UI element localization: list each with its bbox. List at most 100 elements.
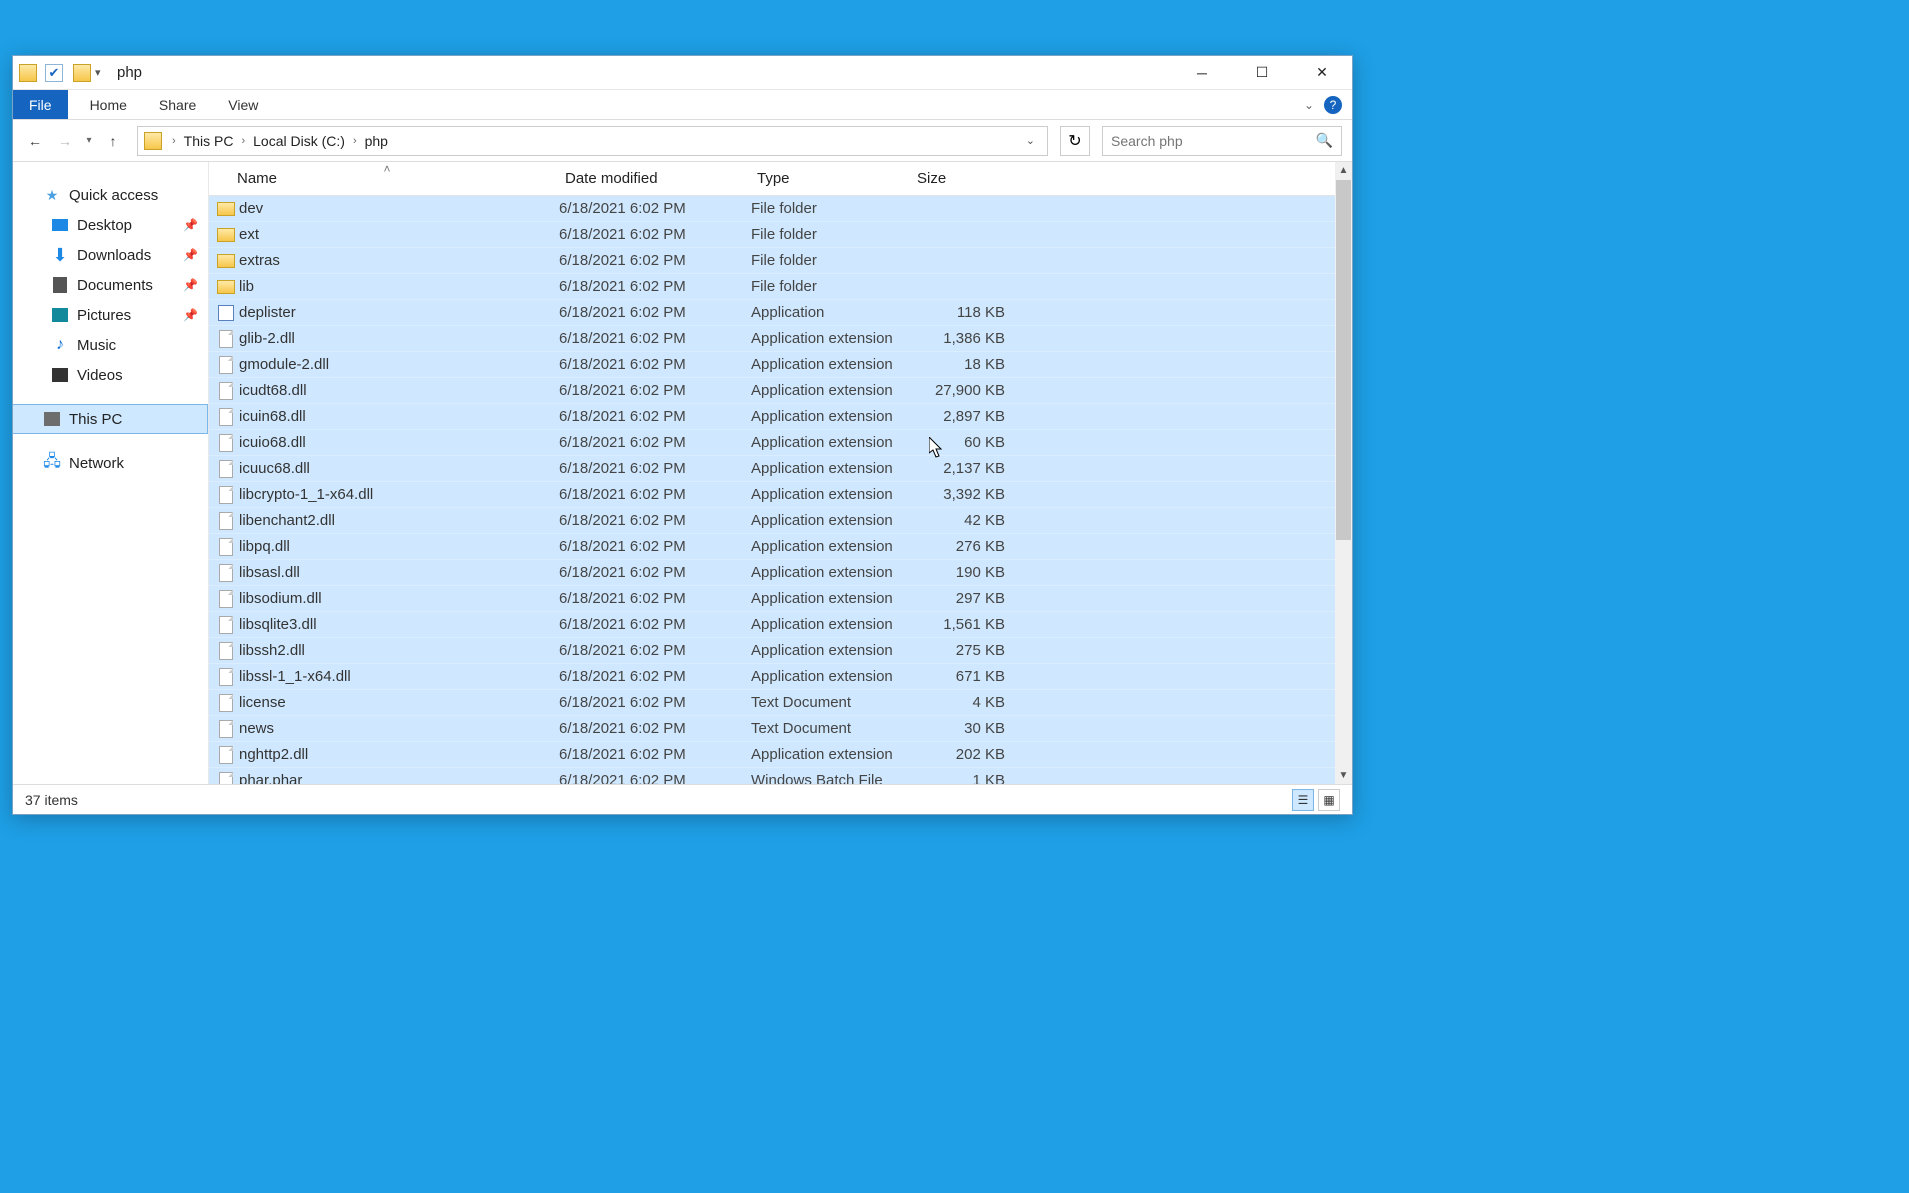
file-size: 1,561 KB xyxy=(911,616,1013,633)
thumbnails-view-button[interactable]: ▦ xyxy=(1318,789,1340,811)
address-dropdown[interactable]: ⌄ xyxy=(1020,134,1041,147)
scroll-down-icon[interactable]: ▼ xyxy=(1335,767,1352,784)
up-button[interactable]: ↑ xyxy=(101,129,125,153)
file-size: 2,137 KB xyxy=(911,460,1013,477)
nav-pictures[interactable]: Pictures 📌 xyxy=(13,300,208,330)
maximize-button[interactable]: ☐ xyxy=(1232,56,1292,90)
file-row[interactable]: icuin68.dll6/18/2021 6:02 PMApplication … xyxy=(209,404,1352,430)
file-row[interactable]: libsodium.dll6/18/2021 6:02 PMApplicatio… xyxy=(209,586,1352,612)
scroll-up-icon[interactable]: ▲ xyxy=(1335,162,1352,179)
column-name[interactable]: ˄ Name xyxy=(209,170,559,187)
file-type: Application extension xyxy=(751,408,911,425)
expand-ribbon-icon[interactable]: ⌄ xyxy=(1304,98,1314,112)
nav-documents[interactable]: Documents 📌 xyxy=(13,270,208,300)
file-date: 6/18/2021 6:02 PM xyxy=(559,642,751,659)
file-row[interactable]: dev6/18/2021 6:02 PMFile folder xyxy=(209,196,1352,222)
file-name: phar.phar xyxy=(237,772,559,784)
file-name: icuuc68.dll xyxy=(237,460,559,477)
column-date[interactable]: Date modified xyxy=(559,170,751,187)
file-icon xyxy=(219,616,233,634)
history-dropdown[interactable]: ▾ xyxy=(83,129,95,153)
file-row[interactable]: license6/18/2021 6:02 PMText Document4 K… xyxy=(209,690,1352,716)
nav-label: Network xyxy=(69,455,124,472)
tab-view[interactable]: View xyxy=(212,90,274,119)
nav-quick-access[interactable]: ★ Quick access xyxy=(13,180,208,210)
search-box[interactable]: 🔍 xyxy=(1102,126,1342,156)
file-row[interactable]: lib6/18/2021 6:02 PMFile folder xyxy=(209,274,1352,300)
minimize-button[interactable]: ─ xyxy=(1172,56,1232,90)
file-size: 27,900 KB xyxy=(911,382,1013,399)
nav-desktop[interactable]: Desktop 📌 xyxy=(13,210,208,240)
file-row[interactable]: libpq.dll6/18/2021 6:02 PMApplication ex… xyxy=(209,534,1352,560)
breadcrumb-separator[interactable]: › xyxy=(237,135,249,147)
breadcrumb-separator[interactable]: › xyxy=(349,135,361,147)
file-row[interactable]: ext6/18/2021 6:02 PMFile folder xyxy=(209,222,1352,248)
nav-videos[interactable]: Videos xyxy=(13,360,208,390)
refresh-button[interactable]: ↻ xyxy=(1060,126,1090,156)
explorer-window: ✔ ▾ php ─ ☐ ✕ File Home Share View ⌄ ? ←… xyxy=(12,55,1353,815)
file-row[interactable]: libssl-1_1-x64.dll6/18/2021 6:02 PMAppli… xyxy=(209,664,1352,690)
file-size: 276 KB xyxy=(911,538,1013,555)
nav-this-pc[interactable]: This PC xyxy=(13,404,208,434)
forward-button[interactable]: → xyxy=(53,129,77,153)
qat-properties-button[interactable]: ✔ xyxy=(45,64,63,82)
file-row[interactable]: gmodule-2.dll6/18/2021 6:02 PMApplicatio… xyxy=(209,352,1352,378)
close-button[interactable]: ✕ xyxy=(1292,56,1352,90)
file-date: 6/18/2021 6:02 PM xyxy=(559,408,751,425)
file-row[interactable]: extras6/18/2021 6:02 PMFile folder xyxy=(209,248,1352,274)
navigation-bar: ← → ▾ ↑ › This PC › Local Disk (C:) › ph… xyxy=(13,120,1352,162)
breadcrumb-php[interactable]: php xyxy=(361,133,392,149)
search-icon[interactable]: 🔍 xyxy=(1316,132,1333,149)
file-name: libsodium.dll xyxy=(237,590,559,607)
file-list[interactable]: dev6/18/2021 6:02 PMFile folderext6/18/2… xyxy=(209,196,1352,784)
file-row[interactable]: icuio68.dll6/18/2021 6:02 PMApplication … xyxy=(209,430,1352,456)
breadcrumb-local-disk[interactable]: Local Disk (C:) xyxy=(249,133,349,149)
nav-network[interactable]: 🖧 Network xyxy=(13,448,208,478)
nav-downloads[interactable]: ⬇ Downloads 📌 xyxy=(13,240,208,270)
address-bar[interactable]: › This PC › Local Disk (C:) › php ⌄ xyxy=(137,126,1048,156)
file-icon xyxy=(219,356,233,374)
search-input[interactable] xyxy=(1111,133,1316,149)
nav-music[interactable]: ♪ Music xyxy=(13,330,208,360)
file-row[interactable]: libsqlite3.dll6/18/2021 6:02 PMApplicati… xyxy=(209,612,1352,638)
file-row[interactable]: deplister6/18/2021 6:02 PMApplication118… xyxy=(209,300,1352,326)
vertical-scrollbar[interactable]: ▲ ▼ xyxy=(1335,162,1352,784)
file-type: Application extension xyxy=(751,356,911,373)
file-date: 6/18/2021 6:02 PM xyxy=(559,226,751,243)
file-type: Application extension xyxy=(751,460,911,477)
breadcrumb-this-pc[interactable]: This PC xyxy=(180,133,238,149)
scroll-thumb[interactable] xyxy=(1336,180,1351,540)
breadcrumb-separator[interactable]: › xyxy=(168,135,180,147)
file-row[interactable]: glib-2.dll6/18/2021 6:02 PMApplication e… xyxy=(209,326,1352,352)
videos-icon xyxy=(52,368,68,382)
tab-share[interactable]: Share xyxy=(143,90,212,119)
file-row[interactable]: news6/18/2021 6:02 PMText Document30 KB xyxy=(209,716,1352,742)
column-type[interactable]: Type xyxy=(751,170,911,187)
file-row[interactable]: libsasl.dll6/18/2021 6:02 PMApplication … xyxy=(209,560,1352,586)
column-size[interactable]: Size xyxy=(911,170,1013,187)
file-row[interactable]: phar.phar6/18/2021 6:02 PMWindows Batch … xyxy=(209,768,1352,784)
help-icon[interactable]: ? xyxy=(1324,96,1342,114)
back-button[interactable]: ← xyxy=(23,129,47,153)
file-row[interactable]: icuuc68.dll6/18/2021 6:02 PMApplication … xyxy=(209,456,1352,482)
qat-folder-icon[interactable] xyxy=(73,64,91,82)
file-row[interactable]: icudt68.dll6/18/2021 6:02 PMApplication … xyxy=(209,378,1352,404)
file-type: Windows Batch File xyxy=(751,772,911,784)
file-row[interactable]: nghttp2.dll6/18/2021 6:02 PMApplication … xyxy=(209,742,1352,768)
file-row[interactable]: libcrypto-1_1-x64.dll6/18/2021 6:02 PMAp… xyxy=(209,482,1352,508)
tab-home[interactable]: Home xyxy=(74,90,143,119)
file-date: 6/18/2021 6:02 PM xyxy=(559,512,751,529)
file-type: Application extension xyxy=(751,642,911,659)
details-view-button[interactable]: ☰ xyxy=(1292,789,1314,811)
view-switcher: ☰ ▦ xyxy=(1292,789,1340,811)
file-name: icuin68.dll xyxy=(237,408,559,425)
file-row[interactable]: libssh2.dll6/18/2021 6:02 PMApplication … xyxy=(209,638,1352,664)
file-date: 6/18/2021 6:02 PM xyxy=(559,746,751,763)
file-type: File folder xyxy=(751,226,911,243)
file-row[interactable]: libenchant2.dll6/18/2021 6:02 PMApplicat… xyxy=(209,508,1352,534)
tab-file[interactable]: File xyxy=(13,90,68,119)
file-icon xyxy=(219,434,233,452)
nav-label: Music xyxy=(77,337,116,354)
qat-dropdown[interactable]: ▾ xyxy=(95,66,107,79)
file-name: license xyxy=(237,694,559,711)
